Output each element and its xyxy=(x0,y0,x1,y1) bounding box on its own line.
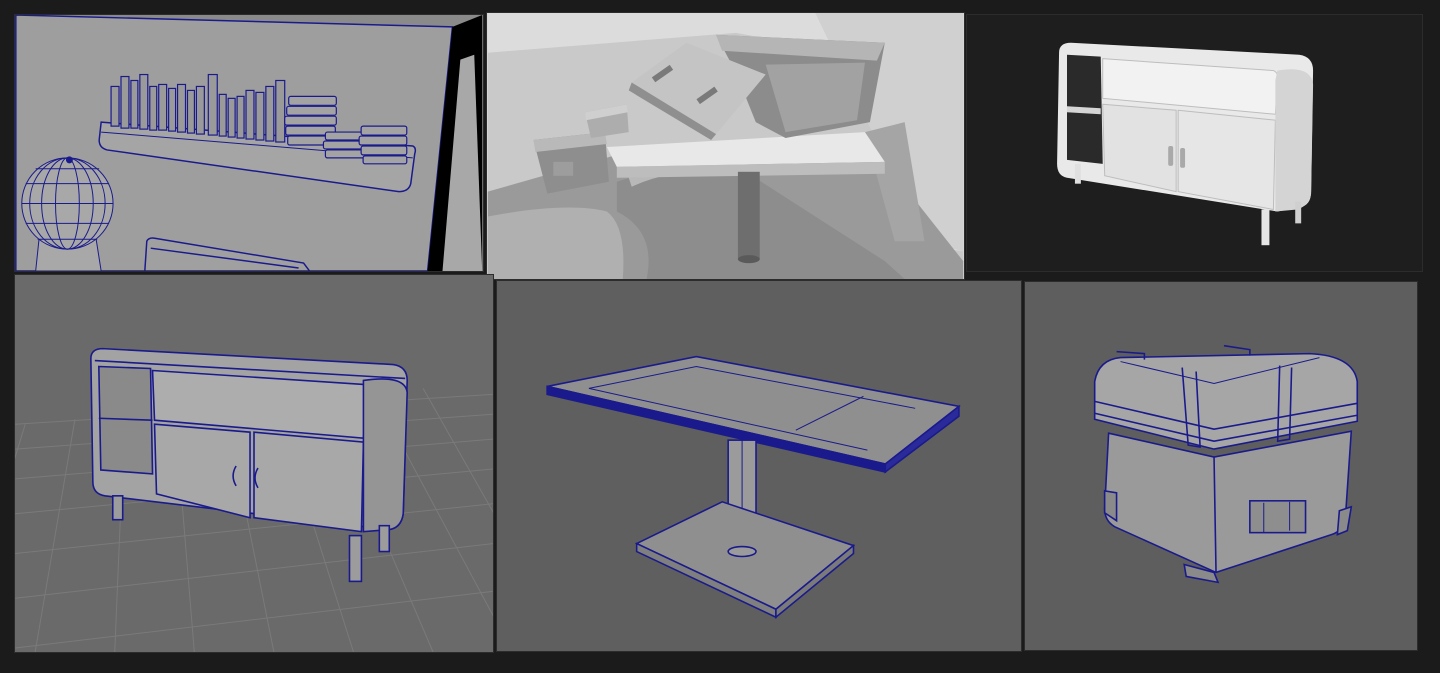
room-scene-render-panel xyxy=(486,12,965,280)
sideboard-wireframe-viewport xyxy=(15,275,493,652)
crate-wireframe-viewport xyxy=(1025,282,1417,650)
table-wireframe-panel xyxy=(496,280,1022,652)
bookshelf-wireframe-panel xyxy=(14,14,484,272)
sideboard-render-panel xyxy=(966,14,1423,272)
room-scene-viewport xyxy=(487,13,964,279)
sideboard-render-viewport xyxy=(967,15,1422,271)
bookshelf-viewport xyxy=(15,15,483,271)
sideboard-wireframe-panel xyxy=(14,274,494,653)
crate-wireframe-panel xyxy=(1024,281,1418,651)
table-wireframe-viewport xyxy=(497,281,1021,651)
